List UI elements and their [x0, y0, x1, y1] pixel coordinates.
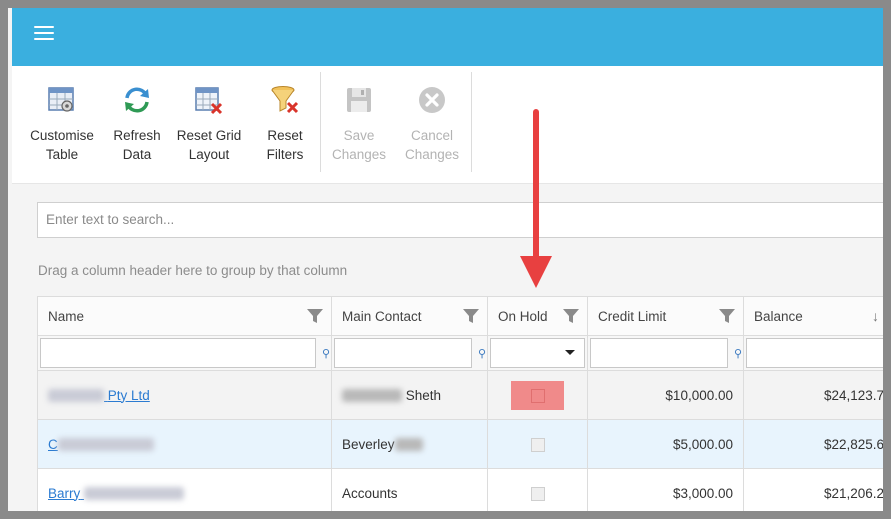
name-cell[interactable]: C — [37, 419, 332, 469]
save-changes-label: Save Changes — [331, 128, 387, 162]
reset-grid-layout-label: Reset Grid Layout — [176, 128, 242, 162]
balance-cell: $24,123.7 — [743, 370, 883, 420]
toolbar-separator — [320, 72, 321, 172]
group-by-hint: Drag a column header here to group by th… — [38, 263, 348, 278]
customer-name-text: Barry — [48, 485, 81, 501]
main-contact-filter-input[interactable] — [334, 338, 472, 368]
cancel-icon — [419, 87, 445, 113]
filter-icon[interactable] — [307, 309, 323, 323]
save-changes-button[interactable]: Save Changes — [326, 84, 392, 164]
credit-limit-cell: $3,000.00 — [587, 468, 744, 511]
refresh-data-label: Refresh Data — [113, 128, 161, 162]
column-header-main-contact-label: Main Contact — [342, 308, 422, 324]
column-header-credit-limit-label: Credit Limit — [598, 308, 667, 324]
cancel-changes-label: Cancel Changes — [404, 128, 460, 162]
balance-filter-input[interactable] — [746, 338, 883, 368]
table-row[interactable]: Barry Accounts $3,000.00 $21,206.2 — [37, 468, 883, 511]
customise-table-button[interactable]: Customise Table — [21, 84, 103, 164]
column-header-name[interactable]: Name — [37, 296, 332, 336]
grid-content: Enter text to search... Drag a column he… — [12, 185, 883, 511]
toolbar-separator — [471, 72, 472, 172]
on-hold-checkbox[interactable] — [530, 437, 545, 452]
filter-icon[interactable] — [463, 309, 479, 323]
customer-name-text: C — [48, 436, 58, 452]
main-contact-cell: Beverley — [331, 419, 488, 469]
app-window: Customise Table Refresh Data Reset Grid — [8, 8, 883, 511]
reset-filters-label: Reset Filters — [266, 128, 304, 162]
balance-cell: $21,206.2 — [743, 468, 883, 511]
credit-limit-filter-input[interactable] — [590, 338, 728, 368]
main-contact-cell: Sheth — [331, 370, 488, 420]
table-row[interactable]: C Beverley $5,000.00 $22,825.6 — [37, 419, 883, 469]
table-row[interactable]: Pty Ltd Sheth $10,000.00 $24,123.7 — [37, 370, 883, 420]
main-contact-cell: Accounts — [331, 468, 488, 511]
reset-filters-button[interactable]: Reset Filters — [252, 84, 318, 164]
save-icon — [347, 88, 371, 112]
on-hold-checkbox[interactable] — [530, 486, 545, 501]
name-filter-input[interactable] — [40, 338, 316, 368]
filter-pin-icon[interactable]: ⚲ — [478, 347, 486, 360]
column-header-on-hold[interactable]: On Hold — [487, 296, 588, 336]
sort-descending-icon[interactable]: ↓ — [872, 308, 879, 324]
on-hold-highlight — [511, 380, 564, 410]
hamburger-menu-icon[interactable] — [34, 26, 54, 42]
customer-name-link[interactable]: Pty Ltd — [48, 388, 150, 403]
on-hold-cell[interactable] — [487, 370, 588, 420]
chevron-down-icon[interactable] — [565, 350, 575, 355]
column-header-credit-limit[interactable]: Credit Limit — [587, 296, 744, 336]
refresh-icon — [125, 87, 149, 113]
annotation-arrow-icon — [520, 109, 552, 288]
top-bar — [12, 8, 883, 66]
credit-limit-cell: $10,000.00 — [587, 370, 744, 420]
main-contact-text: Sheth — [405, 387, 442, 403]
customise-table-label: Customise Table — [30, 128, 94, 162]
reset-filter-icon — [271, 86, 299, 114]
column-header-balance-label: Balance — [754, 308, 803, 324]
credit-limit-cell: $5,000.00 — [587, 419, 744, 469]
balance-cell: $22,825.6 — [743, 419, 883, 469]
filter-row: ⚲ ⚲ ⚲ — [37, 335, 883, 371]
reset-grid-layout-button[interactable]: Reset Grid Layout — [170, 84, 248, 164]
data-grid: Name Main Contact On Hold Credit Limit B… — [37, 296, 883, 511]
refresh-data-button[interactable]: Refresh Data — [104, 84, 170, 164]
name-cell[interactable]: Barry — [37, 468, 332, 511]
column-header-on-hold-label: On Hold — [498, 308, 548, 324]
on-hold-checkbox[interactable] — [530, 388, 545, 403]
main-contact-text: Beverley — [342, 436, 395, 452]
column-header-name-label: Name — [48, 308, 85, 324]
customer-name-link[interactable]: C — [48, 437, 154, 452]
filter-icon[interactable] — [719, 309, 735, 323]
customer-name-text: Pty Ltd — [107, 387, 150, 403]
search-input[interactable]: Enter text to search... — [37, 202, 883, 238]
filter-pin-icon[interactable]: ⚲ — [322, 347, 330, 360]
cancel-changes-button[interactable]: Cancel Changes — [396, 84, 468, 164]
column-header-main-contact[interactable]: Main Contact — [331, 296, 488, 336]
customer-name-link[interactable]: Barry — [48, 485, 185, 501]
reset-grid-icon — [195, 87, 223, 115]
customise-table-icon — [48, 87, 74, 112]
filter-icon[interactable] — [563, 309, 579, 323]
column-header-balance[interactable]: Balance ↓ — [743, 296, 883, 336]
filter-pin-icon[interactable]: ⚲ — [734, 347, 742, 360]
on-hold-cell[interactable] — [487, 419, 588, 469]
on-hold-cell[interactable] — [487, 468, 588, 511]
toolbar: Customise Table Refresh Data Reset Grid — [12, 66, 883, 184]
name-cell[interactable]: Pty Ltd — [37, 370, 332, 420]
